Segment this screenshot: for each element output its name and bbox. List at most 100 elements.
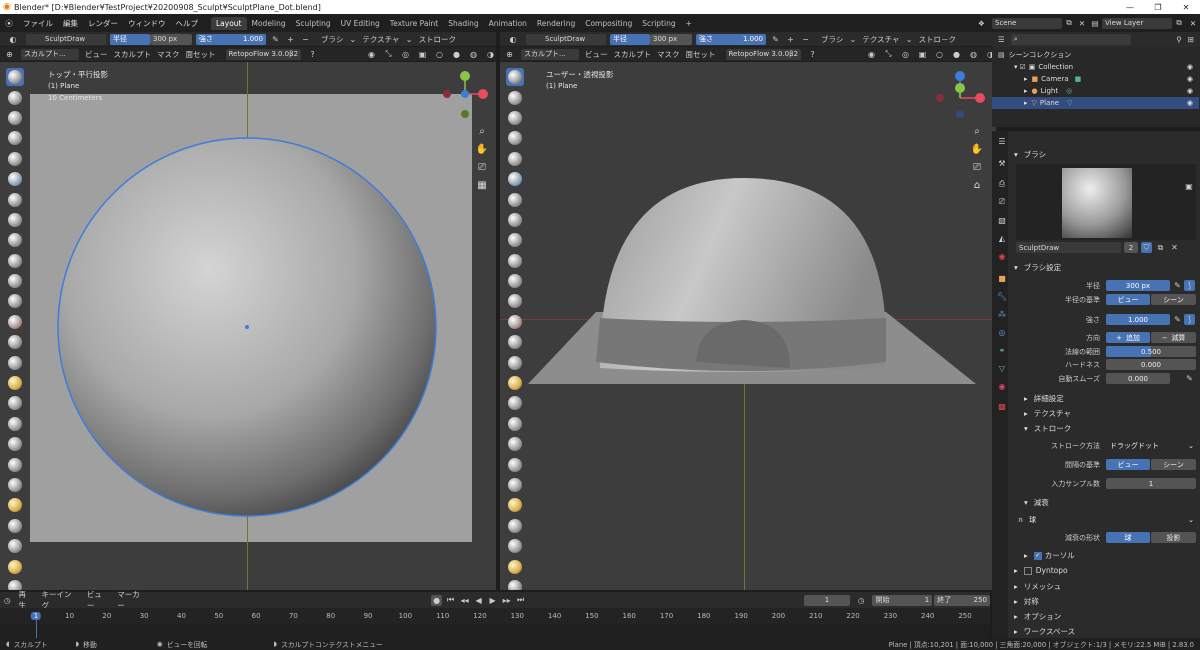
gizmo-icon[interactable]: ⤡ xyxy=(383,49,394,60)
tool-cloth-button[interactable] xyxy=(506,537,524,555)
checkbox-icon[interactable] xyxy=(1023,566,1032,575)
next-keyframe-icon[interactable]: ▸▸ xyxy=(501,595,512,606)
tab-compositing[interactable]: Compositing xyxy=(580,17,637,30)
tool-mask-button[interactable] xyxy=(506,578,524,590)
mode-selector[interactable]: スカルプト... xyxy=(521,48,579,60)
tool-simplify-button[interactable] xyxy=(506,557,524,575)
tool-clay-thumb-button[interactable] xyxy=(6,150,24,168)
brush-selector[interactable]: SculptDraw xyxy=(26,33,106,45)
tool-slide-relax-button[interactable] xyxy=(506,517,524,535)
tool-inflate-button[interactable] xyxy=(506,190,524,208)
radius-field[interactable]: 半径 xyxy=(110,33,150,45)
tool-tab-icon[interactable]: ⚒ xyxy=(996,157,1008,169)
blender-menu-icon[interactable]: ⦿ xyxy=(0,18,18,29)
add-direction-icon[interactable]: + xyxy=(785,34,796,45)
pressure-icon[interactable]: ✎ xyxy=(270,34,281,45)
shading-solid-icon[interactable]: ● xyxy=(451,49,462,60)
jump-start-icon[interactable]: ⏮ xyxy=(445,595,456,606)
tool-nudge-button[interactable] xyxy=(506,476,524,494)
tool-clay-button[interactable] xyxy=(6,109,24,127)
checkbox-icon[interactable]: ☑ xyxy=(1020,63,1026,71)
tab-rendering[interactable]: Rendering xyxy=(532,17,580,30)
fake-user-shield-icon[interactable]: ⛉ xyxy=(1141,242,1152,253)
editor-type-icon[interactable]: ⊕ xyxy=(504,49,515,60)
falloff-sphere-button[interactable]: 球 xyxy=(1106,532,1150,543)
tool-scrape-button[interactable] xyxy=(6,313,24,331)
scene-icon[interactable]: ❖ xyxy=(978,19,992,28)
view-layer-close-icon[interactable]: ✕ xyxy=(1186,19,1200,28)
workspace-panel[interactable]: ▸ ワークスペース xyxy=(1014,626,1075,637)
overlay-icon[interactable]: ◎ xyxy=(400,49,411,60)
duplicate-icon[interactable]: ⧉ xyxy=(1155,242,1166,253)
tool-pose-button[interactable] xyxy=(6,455,24,473)
frame-start-field[interactable]: 開始 1 xyxy=(872,594,933,606)
xray-icon[interactable]: ▣ xyxy=(917,49,928,60)
filter-icon[interactable]: ⚲ xyxy=(1176,35,1182,44)
menu-sculpt[interactable]: スカルプト xyxy=(614,49,652,60)
options-panel[interactable]: ▸ オプション xyxy=(1014,611,1061,622)
tool-crease-button[interactable] xyxy=(6,231,24,249)
retopoflow-menu[interactable]: RetopoFlow 3.0.0β2 xyxy=(225,48,302,60)
minimize-button[interactable]: — xyxy=(1116,3,1144,12)
ortho-grid-icon[interactable]: ▦ xyxy=(475,178,489,192)
camera-view-icon[interactable]: ⎚ xyxy=(475,160,489,174)
symmetry-panel[interactable]: ▸ 対称 xyxy=(1014,596,1039,607)
tab-layout[interactable]: Layout xyxy=(211,16,247,30)
tool-rotate-button[interactable] xyxy=(506,496,524,514)
frame-end-field[interactable]: 終了 250 xyxy=(934,594,991,606)
brush-name-field[interactable]: SculptDraw xyxy=(1016,242,1121,253)
outliner-item-camera[interactable]: ▸ ■ Camera ■ ◉ xyxy=(992,73,1199,85)
outliner-item-plane[interactable]: ▸ ▽ Plane ▽ ◉ xyxy=(992,97,1199,109)
normal-radius-slider[interactable]: 0.500 xyxy=(1106,346,1196,357)
editor-type-icon[interactable]: ☰ xyxy=(998,35,1005,44)
checkbox-checked-icon[interactable]: ✓ xyxy=(1033,551,1042,560)
brush-icon[interactable]: ◐ xyxy=(504,34,522,45)
stroke-subpanel[interactable]: ▾ ストローク xyxy=(1024,423,1071,434)
view-layer-selector[interactable]: View Layer xyxy=(1102,17,1172,29)
menu-face-sets[interactable]: 面セット xyxy=(186,49,216,60)
eye-icon[interactable]: ◉ xyxy=(1187,87,1193,95)
record-icon[interactable]: ● xyxy=(431,594,443,606)
render-tab-icon[interactable]: ⎙ xyxy=(996,178,1008,190)
tool-blob-button[interactable] xyxy=(6,211,24,229)
xray-icon[interactable]: ▣ xyxy=(417,49,428,60)
pressure-icon[interactable]: ✎ xyxy=(1184,373,1195,384)
visibility-icon[interactable]: ◉ xyxy=(366,49,377,60)
falloff-preset-dropdown[interactable]: ∩ 球 ⌄ xyxy=(1016,514,1196,525)
outliner-item-collection[interactable]: ▾ ☑ ▣ Collection ◉ xyxy=(992,61,1199,73)
cursor-subpanel[interactable]: ▸ ✓ カーソル xyxy=(1024,550,1075,561)
tool-cloth-button[interactable] xyxy=(6,537,24,555)
expand-arrow-icon[interactable]: ▾ xyxy=(1014,63,1018,71)
texture-tab-icon[interactable]: ▩ xyxy=(996,400,1008,412)
falloff-subpanel[interactable]: ▾ 減衰 xyxy=(1024,497,1049,508)
brush-icon[interactable]: ◐ xyxy=(4,34,22,45)
brush-section-header[interactable]: ▾ ブラシ xyxy=(1014,149,1046,160)
view-layer-copy-icon[interactable]: ⧉ xyxy=(1172,18,1186,28)
stroke-menu[interactable]: ストローク xyxy=(419,34,457,45)
strength-field[interactable]: 1.000 xyxy=(1106,314,1170,325)
overlay-icon[interactable]: ◎ xyxy=(900,49,911,60)
object-tab-icon[interactable]: ■ xyxy=(996,272,1008,284)
add-workspace-button[interactable]: + xyxy=(681,17,697,30)
autosmooth-slider[interactable]: 0.000 xyxy=(1106,373,1170,384)
scene-tab-icon[interactable]: ◭ xyxy=(996,232,1008,244)
brush-users-count[interactable]: 2 xyxy=(1124,242,1138,253)
menu-render[interactable]: レンダー xyxy=(83,18,123,29)
stroke-method-dropdown[interactable]: ドラッグドット ⌄ xyxy=(1106,440,1196,451)
shading-solid-icon[interactable]: ● xyxy=(951,49,962,60)
remesh-panel[interactable]: ▸ リメッシュ xyxy=(1014,581,1061,592)
tab-uv-editing[interactable]: UV Editing xyxy=(336,17,385,30)
tool-thumb-button[interactable] xyxy=(506,435,524,453)
menu-mask[interactable]: マスク xyxy=(157,49,180,60)
radius-field[interactable]: 半径 xyxy=(610,33,650,45)
tool-smooth-button[interactable] xyxy=(6,252,24,270)
tool-nudge-button[interactable] xyxy=(6,476,24,494)
navigation-gizmo[interactable] xyxy=(438,68,492,128)
scene-copy-icon[interactable]: ⧉ xyxy=(1062,18,1076,28)
pressure-icon[interactable]: ✎ xyxy=(1172,280,1183,291)
tool-grab-button[interactable] xyxy=(6,374,24,392)
tool-fill-button[interactable] xyxy=(6,292,24,310)
tool-snake-hook-button[interactable] xyxy=(6,415,24,433)
physics-tab-icon[interactable]: ◎ xyxy=(996,326,1008,338)
tool-smooth-button[interactable] xyxy=(506,252,524,270)
